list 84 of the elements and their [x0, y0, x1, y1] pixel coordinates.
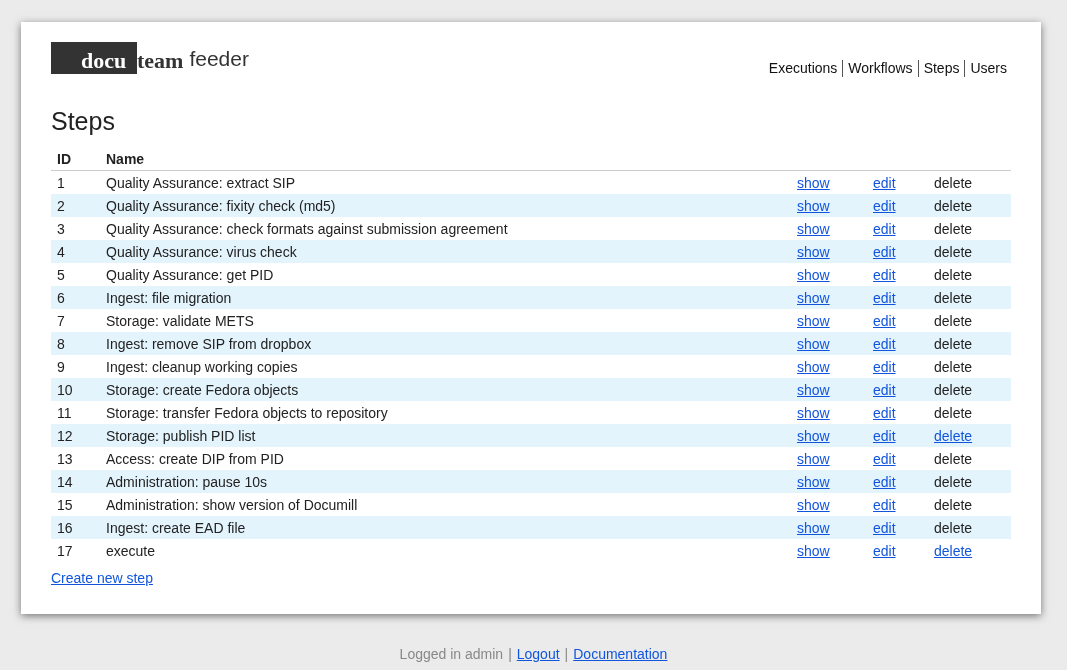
name-cell: Quality Assurance: get PID — [106, 266, 274, 283]
name-cell: Ingest: cleanup working copies — [106, 358, 298, 375]
id-cell: 9 — [57, 358, 65, 375]
delete-label: delete — [934, 220, 973, 237]
edit-link[interactable]: edit — [873, 450, 896, 467]
show-link[interactable]: show — [797, 404, 830, 421]
delete-label: delete — [934, 381, 973, 398]
footer-link[interactable]: Logout — [516, 646, 560, 662]
delete-label: delete — [934, 335, 973, 352]
name-cell: Ingest: create EAD file — [106, 519, 246, 536]
name-cell: Ingest: remove SIP from dropbox — [106, 335, 312, 352]
edit-link[interactable]: edit — [873, 266, 896, 283]
logo-text: team — [137, 47, 184, 74]
name-cell: execute — [106, 542, 156, 559]
delete-label: delete — [934, 473, 973, 490]
id-cell: 5 — [57, 266, 65, 283]
product-name: feeder — [189, 46, 249, 71]
id-cell: 4 — [57, 243, 65, 260]
id-cell: 14 — [57, 473, 73, 490]
delete-label: delete — [934, 266, 973, 283]
delete-label: delete — [934, 450, 973, 467]
create-step-link[interactable]: Create new step — [51, 570, 153, 586]
name-cell: Administration: show version of Documill — [106, 496, 358, 513]
show-link[interactable]: show — [797, 266, 830, 283]
separator: | — [564, 646, 569, 662]
edit-link[interactable]: edit — [873, 496, 896, 513]
id-cell: 1 — [57, 174, 65, 191]
delete-label: delete — [934, 289, 973, 306]
show-link[interactable]: show — [797, 312, 830, 329]
name-cell: Quality Assurance: extract SIP — [106, 174, 296, 191]
id-cell: 8 — [57, 335, 65, 352]
show-link[interactable]: show — [797, 496, 830, 513]
id-cell: 3 — [57, 220, 65, 237]
id-cell: 17 — [57, 542, 73, 559]
id-cell: 12 — [57, 427, 73, 444]
logo-mark: docu — [51, 42, 137, 74]
column-header: Name — [100, 148, 791, 171]
edit-link[interactable]: edit — [873, 542, 896, 559]
edit-link[interactable]: edit — [873, 312, 896, 329]
edit-link[interactable]: edit — [873, 404, 896, 421]
name-cell: Storage: publish PID list — [106, 427, 256, 444]
id-cell: 15 — [57, 496, 73, 513]
name-cell: Storage: validate METS — [106, 312, 254, 329]
id-cell: 10 — [57, 381, 73, 398]
footer-link[interactable]: Documentation — [573, 646, 668, 662]
name-cell: Quality Assurance: check formats against submission agreement — [106, 220, 508, 237]
show-link[interactable]: show — [797, 542, 830, 559]
delete-label: delete — [934, 519, 973, 536]
edit-link[interactable]: edit — [873, 174, 896, 191]
edit-link[interactable]: edit — [873, 220, 896, 237]
id-cell: 7 — [57, 312, 65, 329]
show-link[interactable]: show — [797, 220, 830, 237]
delete-label: delete — [934, 358, 973, 375]
show-link[interactable]: show — [797, 450, 830, 467]
show-link[interactable]: show — [797, 358, 830, 375]
name-cell: Quality Assurance: fixity check (md5) — [106, 197, 336, 214]
name-cell: Storage: transfer Fedora objects to repository — [106, 404, 388, 421]
delete-label: delete — [934, 312, 973, 329]
nav-link[interactable]: Steps — [917, 60, 965, 77]
id-cell: 6 — [57, 289, 65, 306]
login-status: Logged in admin — [399, 646, 504, 662]
nav-link[interactable]: Users — [964, 60, 1007, 77]
delete-label: delete — [934, 174, 973, 191]
id-cell: 11 — [57, 404, 72, 421]
separator: | — [508, 646, 512, 662]
name-cell: Storage: create Fedora objects — [106, 381, 299, 398]
id-cell: 16 — [57, 519, 73, 536]
id-cell: 13 — [57, 450, 73, 467]
name-cell: Ingest: file migration — [106, 289, 232, 306]
name-cell: Administration: pause 10s — [106, 473, 268, 490]
delete-link[interactable]: delete — [934, 542, 973, 559]
show-link[interactable]: show — [797, 174, 830, 191]
name-cell: Quality Assurance: virus check — [106, 243, 297, 260]
column-header: ID — [51, 148, 100, 171]
nav-link[interactable]: Workflows — [842, 60, 918, 77]
delete-label: delete — [934, 243, 973, 260]
nav-link[interactable]: Executions — [763, 60, 843, 77]
page-title: Steps — [51, 107, 116, 136]
delete-label: delete — [934, 496, 973, 513]
name-cell: Access: create DIP from PID — [106, 450, 284, 467]
delete-label: delete — [934, 404, 973, 421]
delete-label: delete — [934, 197, 973, 214]
id-cell: 2 — [57, 197, 65, 214]
edit-link[interactable]: edit — [873, 358, 896, 375]
